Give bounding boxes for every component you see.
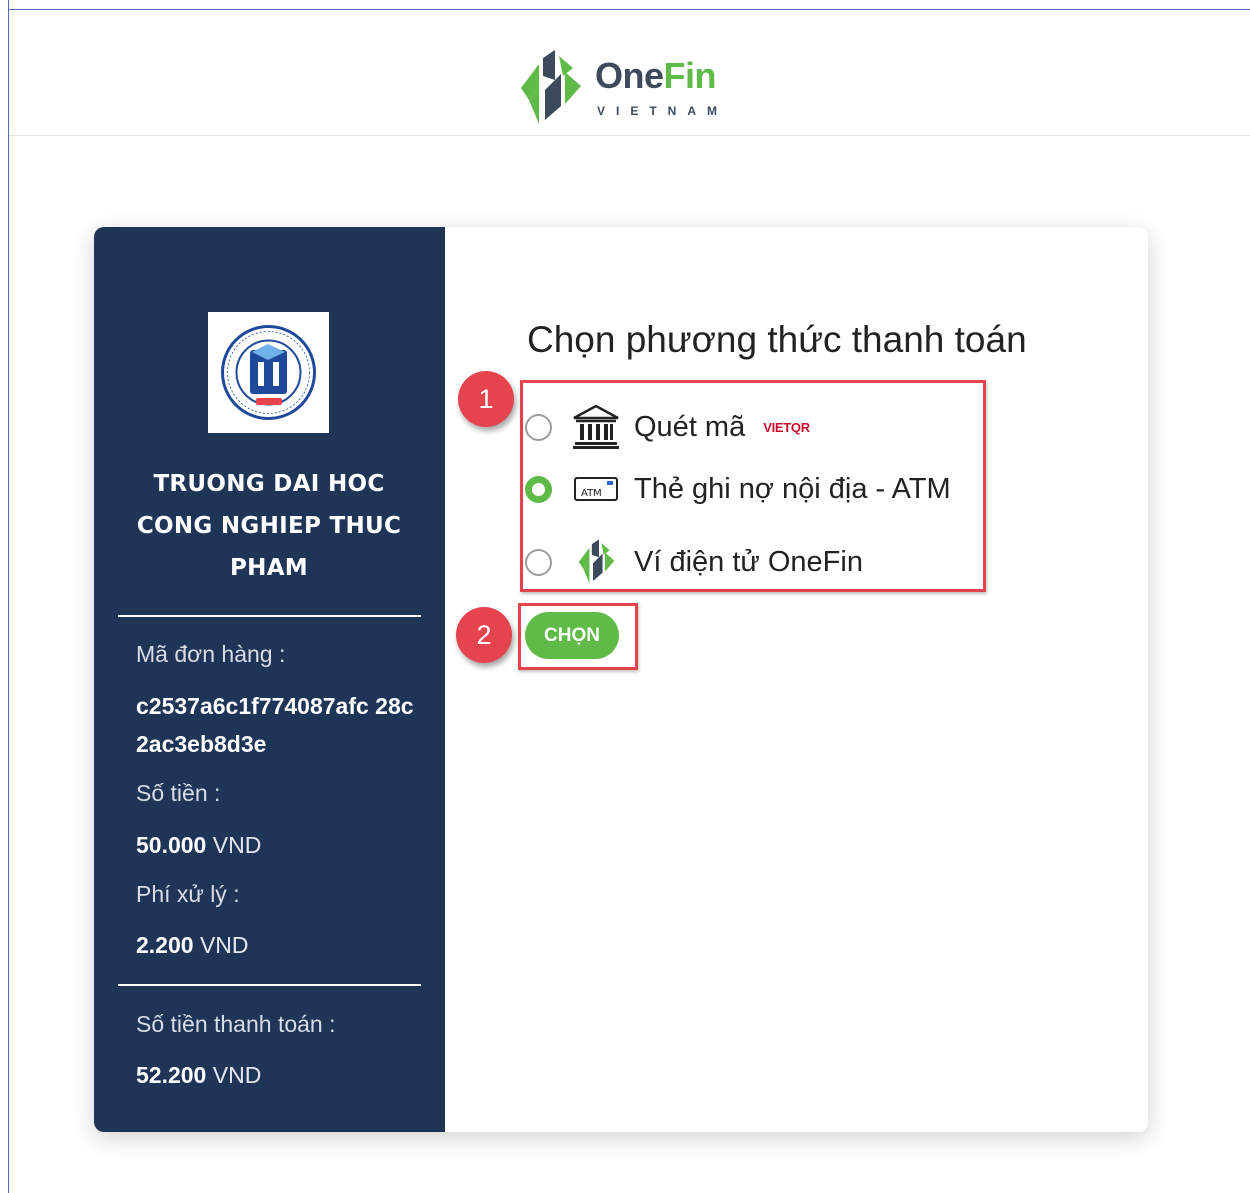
option-label-atm: Thẻ ghi nợ nội địa - ATM [634, 472, 951, 505]
option-vietqr[interactable]: Quét mã VIETQR [523, 402, 983, 452]
option-atm[interactable]: ATM Thẻ ghi nợ nội địa - ATM [523, 464, 983, 514]
amount-value: 50.000 VND [136, 832, 262, 858]
radio-atm[interactable] [525, 475, 552, 503]
window-left-border [0, 0, 9, 1193]
onefin-logo: OneFin VIETNAM [515, 46, 735, 136]
total-label: Số tiền thanh toán : [136, 1011, 336, 1037]
page-title: Chọn phương thức thanh toán [527, 319, 1027, 360]
total-value: 52.200 VND [136, 1062, 262, 1088]
brand-subtitle: VIETNAM [597, 104, 728, 118]
order-id-value: c2537a6c1f774087afc 28c2ac3eb8d3e [136, 693, 414, 757]
order-sidebar: TRUONG DAI HOC CONG NGHIEP THUC PHAM Mã … [94, 227, 445, 1132]
fee-value: 2.200 VND [136, 932, 249, 958]
onefin-wallet-icon [570, 537, 622, 587]
option-onefin-wallet[interactable]: Ví điện tử OneFin [523, 537, 983, 587]
amount-label: Số tiền : [136, 780, 221, 806]
fee-label: Phí xử lý : [136, 881, 240, 907]
payment-method-panel: Chọn phương thức thanh toán Quét mã VIET… [445, 227, 1148, 1132]
sidebar-divider-2 [118, 984, 421, 986]
vietqr-logo: VIETQR [763, 419, 810, 435]
radio-vietqr[interactable] [525, 413, 552, 441]
onefin-logo-icon [521, 50, 581, 124]
sidebar-divider [118, 615, 421, 617]
choose-button[interactable]: CHỌN [525, 612, 619, 659]
payment-card: TRUONG DAI HOC CONG NGHIEP THUC PHAM Mã … [94, 227, 1148, 1132]
option-label-onefin-wallet: Ví điện tử OneFin [634, 545, 863, 578]
radio-onefin-wallet[interactable] [525, 548, 552, 576]
option-label-vietqr: Quét mã [634, 410, 746, 443]
svg-text:ATM: ATM [581, 488, 602, 499]
order-id-label: Mã đơn hàng : [136, 641, 286, 667]
brand-name: OneFin [595, 55, 717, 96]
hufi-university-seal [208, 312, 329, 433]
step2-badge: 2 [456, 607, 512, 663]
bank-icon [570, 402, 622, 452]
atm-card-icon: ATM [570, 464, 622, 514]
merchant-name: TRUONG DAI HOC CONG NGHIEP THUC PHAM [136, 471, 402, 581]
step1-badge: 1 [458, 371, 514, 427]
